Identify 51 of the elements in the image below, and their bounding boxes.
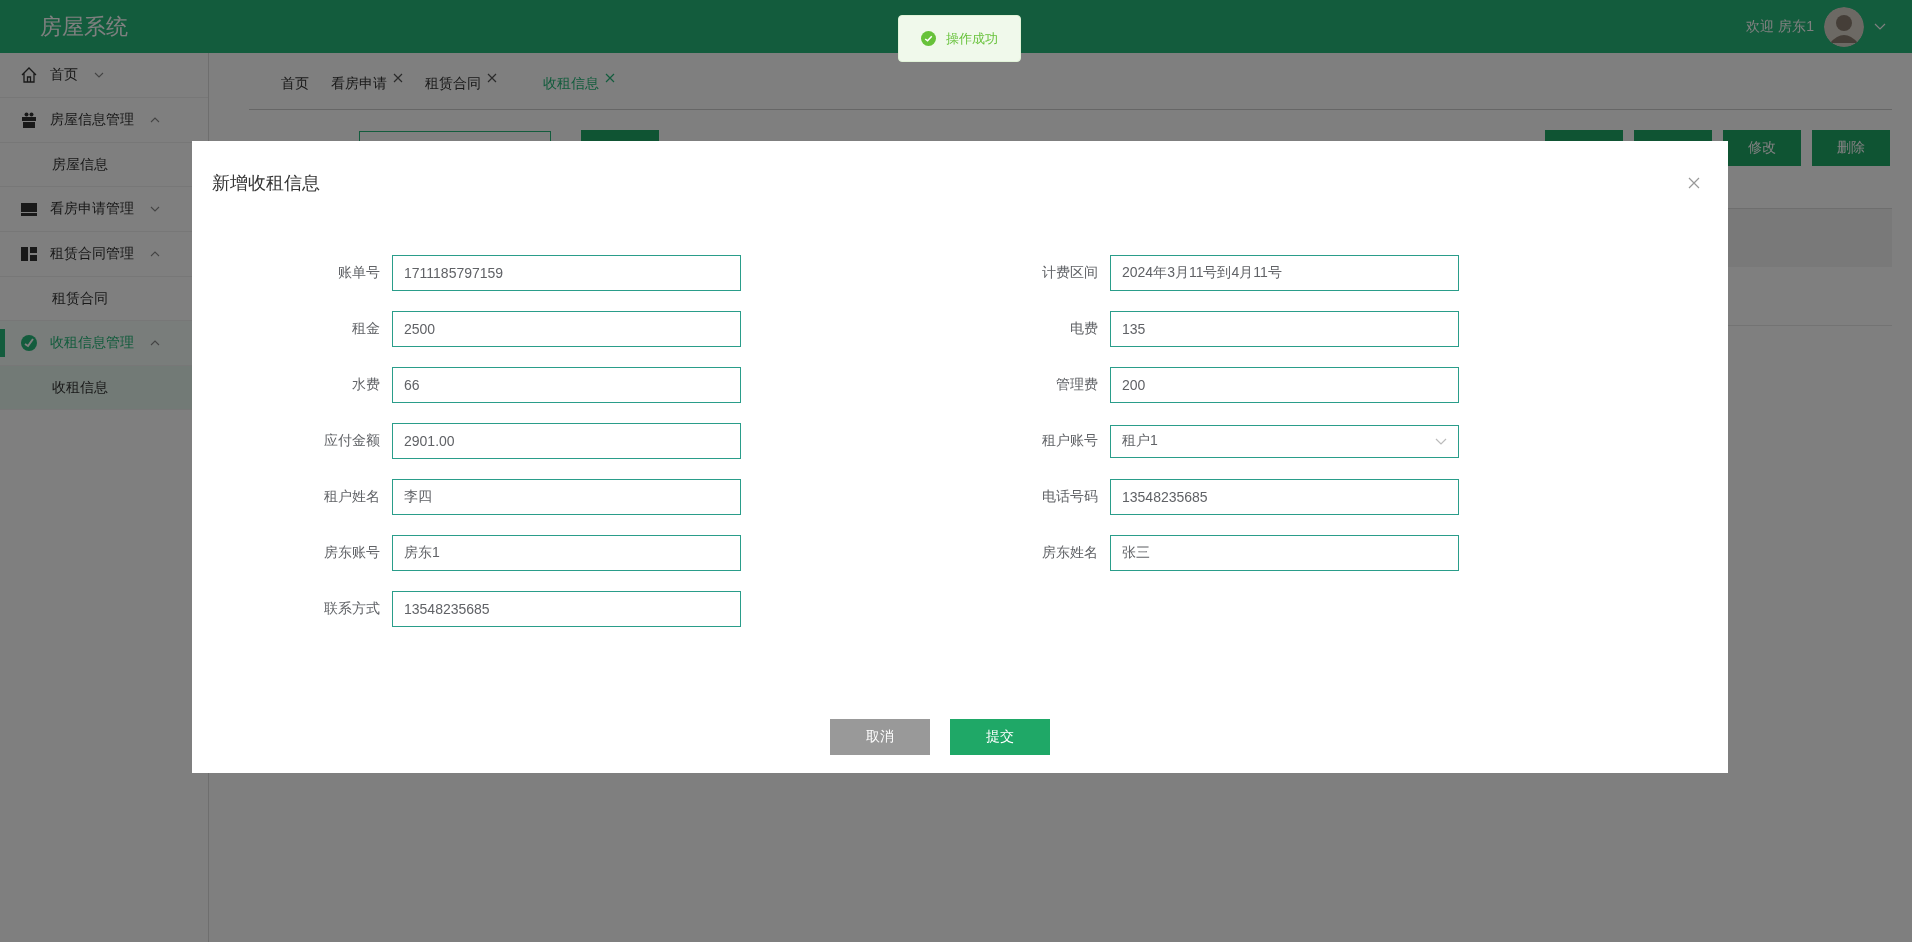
check-circle-icon: [20, 334, 38, 352]
field-label: 租金: [351, 320, 380, 338]
chevron-down-icon[interactable]: [1874, 22, 1886, 31]
field-label: 水费: [351, 376, 380, 394]
chevron-down-icon: [1435, 437, 1447, 445]
field-label: 账单号: [337, 264, 380, 282]
input-field[interactable]: 李四: [392, 479, 741, 515]
cancel-button[interactable]: 取消: [830, 719, 930, 755]
close-icon[interactable]: [487, 73, 497, 83]
field-label: 租户姓名: [323, 488, 380, 506]
field-label: 联系方式: [323, 600, 380, 618]
monitor-icon: [20, 200, 38, 218]
tab[interactable]: 租赁合同: [425, 75, 497, 93]
select-field[interactable]: 租户1: [1110, 424, 1459, 458]
welcome-text: 欢迎 房东1: [1746, 17, 1814, 36]
toolbar-button[interactable]: 修改: [1723, 130, 1801, 166]
home-icon: [20, 66, 38, 84]
toast-message: 操作成功: [946, 29, 998, 48]
input-field[interactable]: 13548235685: [1110, 479, 1459, 515]
input-field[interactable]: 房东1: [392, 535, 741, 571]
close-icon[interactable]: [605, 73, 615, 83]
toolbar-button[interactable]: 删除: [1812, 130, 1890, 166]
input-field[interactable]: 1711185797159: [392, 255, 741, 291]
input-field[interactable]: 张三: [1110, 535, 1459, 571]
menu-item[interactable]: 首页: [0, 53, 208, 98]
tab[interactable]: 首页: [281, 75, 309, 93]
field-label: 应付金额: [323, 432, 380, 450]
field-label: 电费: [1069, 320, 1098, 338]
gift-icon: [20, 111, 38, 129]
avatar-icon[interactable]: [1824, 6, 1864, 47]
submit-button[interactable]: 提交: [950, 719, 1050, 755]
close-icon[interactable]: [1688, 177, 1700, 189]
field-label: 管理费: [1055, 376, 1098, 394]
field-label: 房东账号: [323, 544, 380, 562]
input-field[interactable]: 66: [392, 367, 741, 403]
input-field[interactable]: 135: [1110, 311, 1459, 347]
dialog-title: 新增收租信息: [212, 172, 320, 195]
app-title: 房屋系统: [40, 12, 128, 41]
field-label: 计费区间: [1041, 264, 1098, 282]
input-field[interactable]: 13548235685: [392, 591, 741, 627]
field-label: 房东姓名: [1041, 544, 1098, 562]
tab[interactable]: 看房申请: [331, 75, 403, 93]
close-icon[interactable]: [393, 73, 403, 83]
field-label: 租户账号: [1041, 432, 1098, 450]
input-field[interactable]: 200: [1110, 367, 1459, 403]
input-field[interactable]: 2901.00: [392, 423, 741, 459]
check-circle-icon: [921, 31, 936, 46]
grid-icon: [20, 245, 38, 263]
input-field[interactable]: 2500: [392, 311, 741, 347]
field-label: 电话号码: [1041, 488, 1098, 506]
input-field[interactable]: 2024年3月11号到4月11号: [1110, 255, 1459, 291]
